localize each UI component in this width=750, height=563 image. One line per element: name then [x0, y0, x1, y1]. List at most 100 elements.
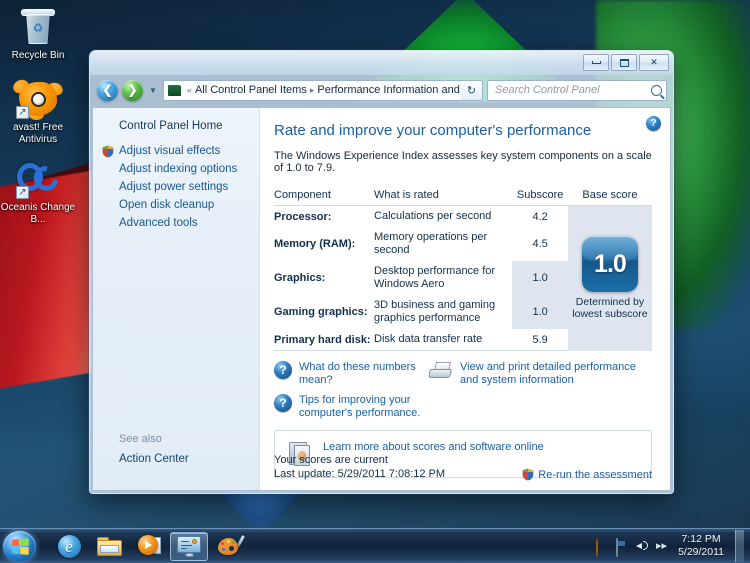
breadcrumb-overflow-icon[interactable]: « — [184, 85, 195, 95]
media-player-icon — [137, 535, 161, 557]
windows-logo-icon — [11, 537, 29, 555]
sidebar: Control Panel Home Adjust visual effects… — [93, 108, 260, 490]
desktop-icon-recycle-bin[interactable]: ♻ Recycle Bin — [0, 6, 76, 62]
desktop-icon-label: avast! Free Antivirus — [12, 122, 64, 145]
desktop[interactable]: ♻ Recycle Bin ↗ avast! Free Antivirus ↗ … — [0, 0, 750, 563]
window-titlebar[interactable]: ✕ — [90, 51, 673, 75]
cell-what-is-rated: Disk data transfer rate — [374, 329, 513, 351]
clock-date: 5/29/2011 — [678, 546, 724, 558]
link-what-do-these-numbers-mean[interactable]: ? What do these numbers mean? — [274, 361, 429, 387]
see-also-section: See also Action Center — [93, 433, 259, 468]
help-question-icon: ? — [274, 394, 292, 412]
taskbar-button-paint[interactable] — [210, 532, 248, 561]
minimize-button[interactable] — [583, 54, 609, 71]
breadcrumb-segment-all-items[interactable]: All Control Panel Items — [195, 84, 307, 96]
link-label: What do these numbers mean? — [299, 361, 416, 386]
show-hidden-icons-icon[interactable]: ▸▸ — [656, 540, 667, 552]
network-icon[interactable] — [576, 539, 590, 553]
taskbar-button-windows-media-player[interactable] — [130, 532, 168, 561]
header-what-is-rated: What is rated — [374, 187, 513, 206]
cell-component: Memory (RAM): — [274, 238, 356, 250]
sidebar-item-action-center[interactable]: Action Center — [93, 450, 259, 468]
control-panel-folder-icon — [167, 84, 181, 96]
header-subscore: Subscore — [512, 187, 568, 206]
tray-icons: ▸▸ — [576, 538, 667, 557]
desktop-icon-label: Recycle Bin — [11, 50, 65, 61]
maximize-button[interactable] — [611, 54, 637, 71]
cell-component: Processor: — [274, 210, 332, 223]
cell-what-is-rated: Memory operations per second — [374, 231, 488, 256]
base-score-cell: 1.0 Determined by lowest subscore — [567, 205, 652, 351]
folder-icon — [96, 536, 122, 556]
uac-shield-icon — [523, 468, 534, 481]
internet-explorer-icon: e — [57, 534, 81, 558]
cell-subscore: 5.9 — [512, 329, 568, 351]
search-input[interactable]: Search Control Panel — [487, 79, 667, 101]
avast-antivirus-icon: ↗ — [0, 77, 76, 122]
header-component: Component — [274, 187, 375, 206]
sidebar-item-label: Adjust visual effects — [119, 145, 221, 157]
link-view-and-print-details[interactable]: View and print detailed performance and … — [428, 361, 652, 387]
score-status: Your scores are current Last update: 5/2… — [274, 453, 445, 481]
cell-component: Primary hard disk: — [274, 329, 375, 351]
address-bar: ❮ ❯ ▼ « All Control Panel Items ▸ Perfor… — [90, 75, 673, 105]
taskbar-button-control-panel[interactable] — [170, 531, 208, 561]
taskbar-buttons: e — [50, 531, 248, 561]
cell-what-is-rated: Calculations per second — [374, 210, 492, 222]
cell-subscore: 1.0 — [512, 261, 568, 295]
page-subtitle: The Windows Experience Index assesses ke… — [274, 150, 652, 174]
breadcrumb[interactable]: « All Control Panel Items ▸ Performance … — [162, 79, 462, 101]
desktop-icon-oceanis[interactable]: ↗ Oceanis Change B... — [0, 158, 76, 226]
cell-subscore: 4.2 — [532, 210, 548, 223]
close-button[interactable]: ✕ — [639, 54, 669, 71]
page-title: Rate and improve your computer's perform… — [274, 122, 592, 139]
sidebar-item-adjust-visual-effects[interactable]: Adjust visual effects — [93, 142, 259, 160]
start-button[interactable] — [3, 530, 36, 562]
base-score-badge: 1.0 — [581, 236, 638, 293]
taskbar[interactable]: e ▸▸ 7:12 PM 5/29/2011 — [0, 528, 750, 563]
sidebar-item-adjust-power-settings[interactable]: Adjust power settings — [93, 178, 259, 196]
clock[interactable]: 7:12 PM 5/29/2011 — [674, 533, 728, 559]
control-panel-icon — [177, 535, 201, 557]
recent-pages-chevron-down-icon[interactable]: ▼ — [147, 86, 159, 95]
search-placeholder: Search Control Panel — [495, 84, 600, 96]
forward-button[interactable]: ❯ — [122, 79, 143, 101]
link-tips-for-improving-performance[interactable]: ? Tips for improving your computer's per… — [274, 394, 429, 420]
cell-component: Gaming graphics: — [274, 306, 368, 318]
back-button[interactable]: ❮ — [97, 79, 118, 101]
window-body: Control Panel Home Adjust visual effects… — [92, 107, 671, 491]
printer-icon — [428, 362, 453, 379]
rerun-assessment-button[interactable]: Re-run the assessment — [522, 468, 652, 481]
sidebar-item-adjust-indexing-options[interactable]: Adjust indexing options — [93, 160, 259, 178]
oceanis-change-background-icon: ↗ — [0, 158, 76, 200]
shortcut-overlay-icon: ↗ — [16, 186, 29, 199]
shortcut-overlay-icon: ↗ — [16, 106, 29, 119]
cell-subscore: 1.0 — [512, 295, 568, 329]
breadcrumb-segment-current[interactable]: Performance Information and Tools — [317, 84, 461, 96]
last-update-text: Last update: 5/29/2011 7:08:12 PM — [274, 468, 446, 480]
avast-tray-icon[interactable] — [596, 538, 610, 557]
print-links-column: View and print detailed performance and … — [428, 361, 652, 420]
link-label: Tips for improving your computer's perfo… — [299, 394, 421, 419]
refresh-button[interactable]: ↻ — [461, 79, 483, 101]
system-tray: ▸▸ 7:12 PM 5/29/2011 — [576, 530, 750, 562]
cell-what-is-rated: Desktop performance for Windows Aero — [374, 265, 496, 290]
sidebar-item-advanced-tools[interactable]: Advanced tools — [93, 214, 259, 232]
scores-table: Component What is rated Subscore Base sc… — [274, 187, 652, 351]
control-panel-window[interactable]: ✕ ❮ ❯ ▼ « All Control Panel Items ▸ Perf… — [89, 50, 674, 494]
sidebar-item-control-panel-home[interactable]: Control Panel Home — [93, 118, 259, 142]
show-desktop-button[interactable] — [735, 530, 744, 562]
see-also-title: See also — [119, 433, 162, 445]
status-footer: Your scores are current Last update: 5/2… — [274, 453, 652, 481]
volume-icon[interactable] — [636, 540, 650, 553]
action-center-icon[interactable] — [616, 538, 630, 557]
help-icon[interactable]: ? — [646, 116, 661, 131]
content-pane: ? Rate and improve your computer's perfo… — [260, 108, 670, 490]
desktop-icon-avast[interactable]: ↗ avast! Free Antivirus — [0, 77, 76, 146]
rerun-assessment-label: Re-run the assessment — [538, 468, 652, 481]
sidebar-item-open-disk-cleanup[interactable]: Open disk cleanup — [93, 196, 259, 214]
taskbar-button-internet-explorer[interactable]: e — [50, 532, 88, 561]
base-score-caption: Determined by lowest subscore — [572, 296, 648, 321]
taskbar-button-windows-explorer[interactable] — [90, 532, 128, 561]
link-label: View and print detailed performance and … — [460, 361, 636, 386]
